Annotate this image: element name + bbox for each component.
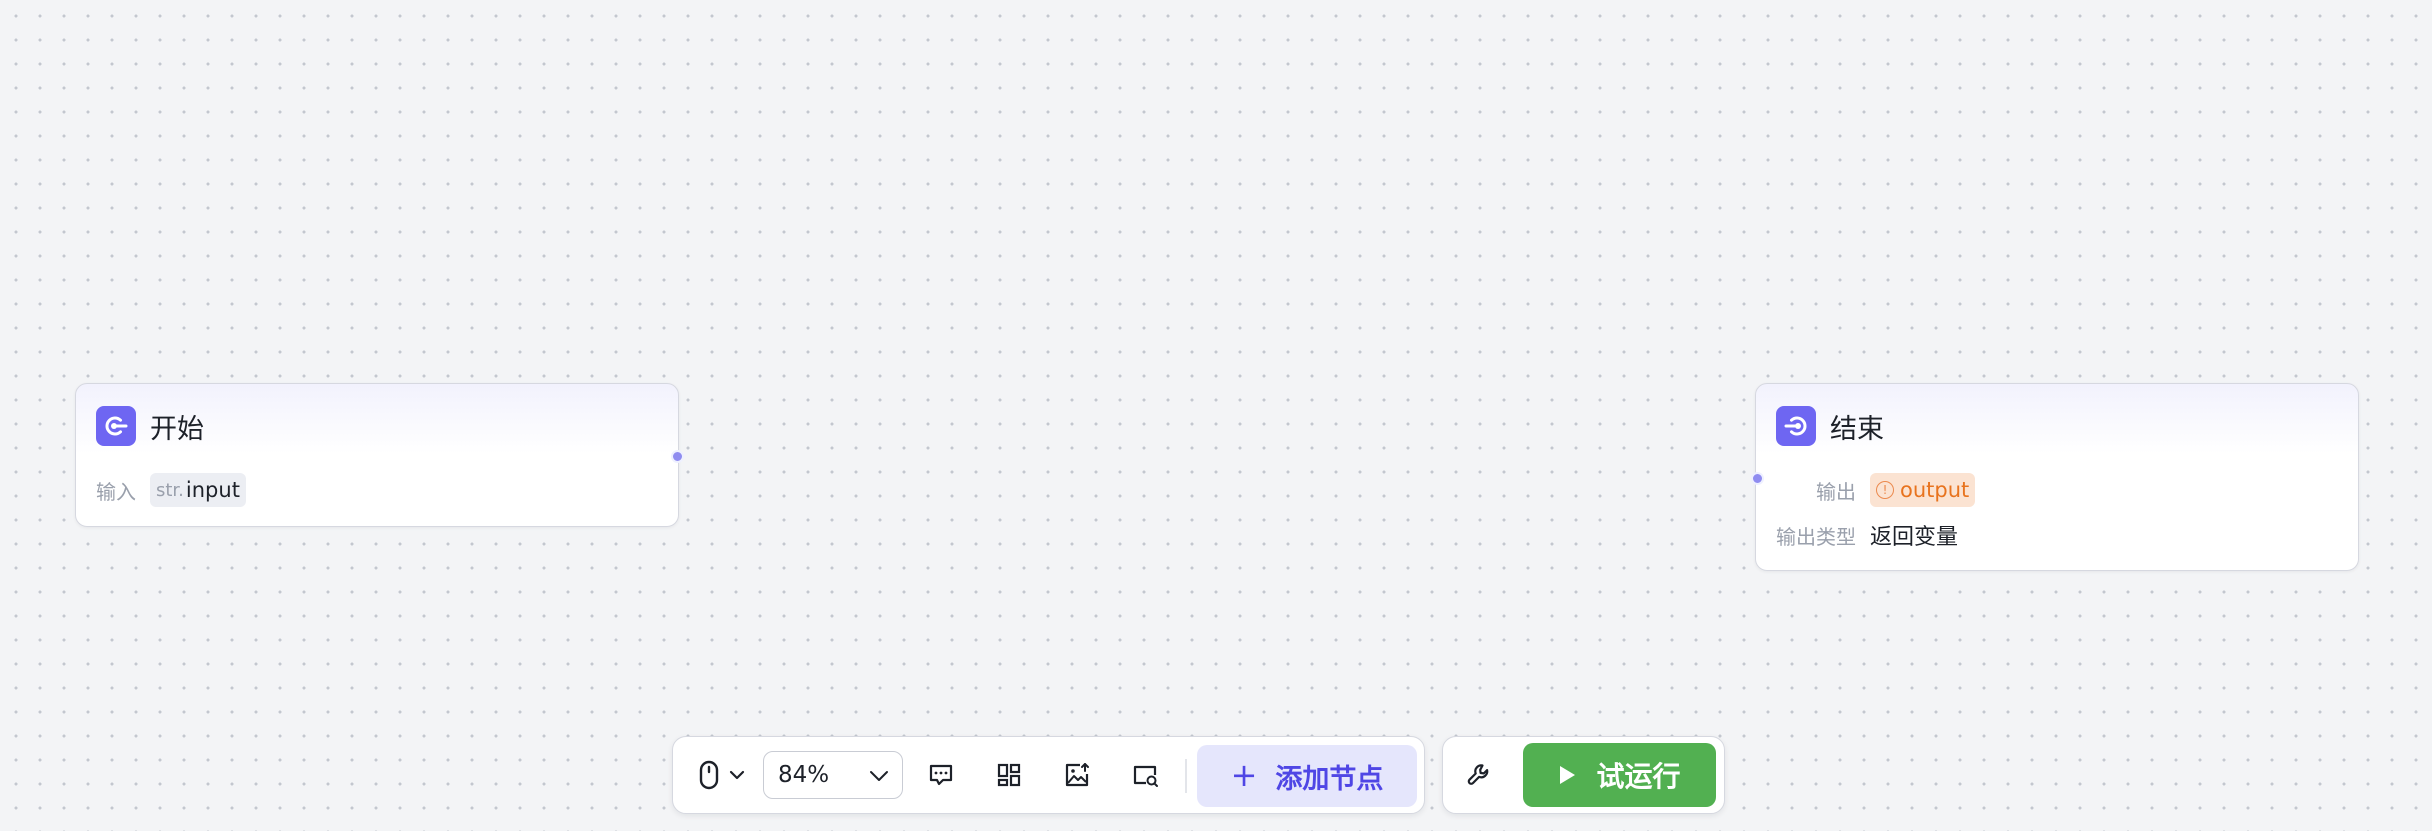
end-output-row: 输出 ! output	[1776, 473, 1976, 507]
output-variable-name: output	[1900, 478, 1970, 502]
grid-layout-icon	[995, 761, 1023, 789]
wrench-icon	[1465, 761, 1493, 789]
start-output-port[interactable]	[671, 450, 684, 463]
add-node-label: 添加节点	[1275, 763, 1384, 795]
start-node-icon	[96, 406, 136, 446]
end-output-type-row: 输出类型 返回变量	[1776, 518, 1958, 552]
workflow-canvas[interactable]: 开始 输入 str. input 结束 输出 ! output 输出类型 返回变…	[0, 0, 2432, 831]
end-node-title: 结束	[1830, 413, 1884, 445]
canvas-toolbar: 84% + 添加节点	[672, 736, 1425, 814]
output-variable-tag[interactable]: ! output	[1870, 473, 1976, 507]
end-output-type-value: 返回变量	[1870, 525, 1959, 550]
zoom-select[interactable]: 84%	[763, 751, 903, 799]
end-input-port[interactable]	[1751, 472, 1764, 485]
settings-button[interactable]	[1455, 753, 1503, 797]
zoom-chevron-down-icon	[868, 765, 890, 793]
start-input-label: 输入	[96, 479, 136, 504]
run-toolbar: 试运行	[1442, 736, 1725, 814]
plus-icon: +	[1230, 755, 1258, 794]
variable-name: input	[185, 478, 240, 502]
chevron-down-icon	[729, 770, 745, 780]
end-output-type-label: 输出类型	[1776, 524, 1856, 549]
warning-icon: !	[1876, 481, 1894, 499]
start-node-header: 开始	[96, 406, 204, 446]
end-node-header: 结束	[1776, 406, 1884, 446]
zoom-level: 84%	[778, 762, 830, 788]
test-run-button[interactable]: 试运行	[1523, 743, 1716, 807]
input-variable-tag[interactable]: str. input	[150, 473, 246, 507]
layout-button[interactable]	[987, 753, 1031, 797]
minimap-icon	[1131, 761, 1159, 789]
start-input-row: 输入 str. input	[96, 473, 246, 507]
variable-type: str.	[156, 479, 184, 501]
start-node[interactable]: 开始 输入 str. input	[75, 383, 679, 527]
end-node-icon	[1776, 406, 1816, 446]
comment-icon	[927, 761, 955, 789]
minimap-button[interactable]	[1123, 753, 1167, 797]
play-icon	[1558, 765, 1576, 785]
image-export-icon	[1063, 761, 1091, 789]
start-node-title: 开始	[150, 413, 204, 445]
end-output-label: 输出	[1816, 479, 1856, 504]
comment-button[interactable]	[919, 753, 963, 797]
end-node[interactable]: 结束 输出 ! output 输出类型 返回变量	[1755, 383, 2359, 571]
add-node-button[interactable]: + 添加节点	[1197, 745, 1417, 807]
interaction-mode-button[interactable]	[691, 753, 751, 797]
test-run-label: 试运行	[1596, 760, 1681, 793]
mouse-icon	[697, 759, 721, 791]
export-image-button[interactable]	[1055, 753, 1099, 797]
toolbar-divider	[1185, 759, 1187, 793]
